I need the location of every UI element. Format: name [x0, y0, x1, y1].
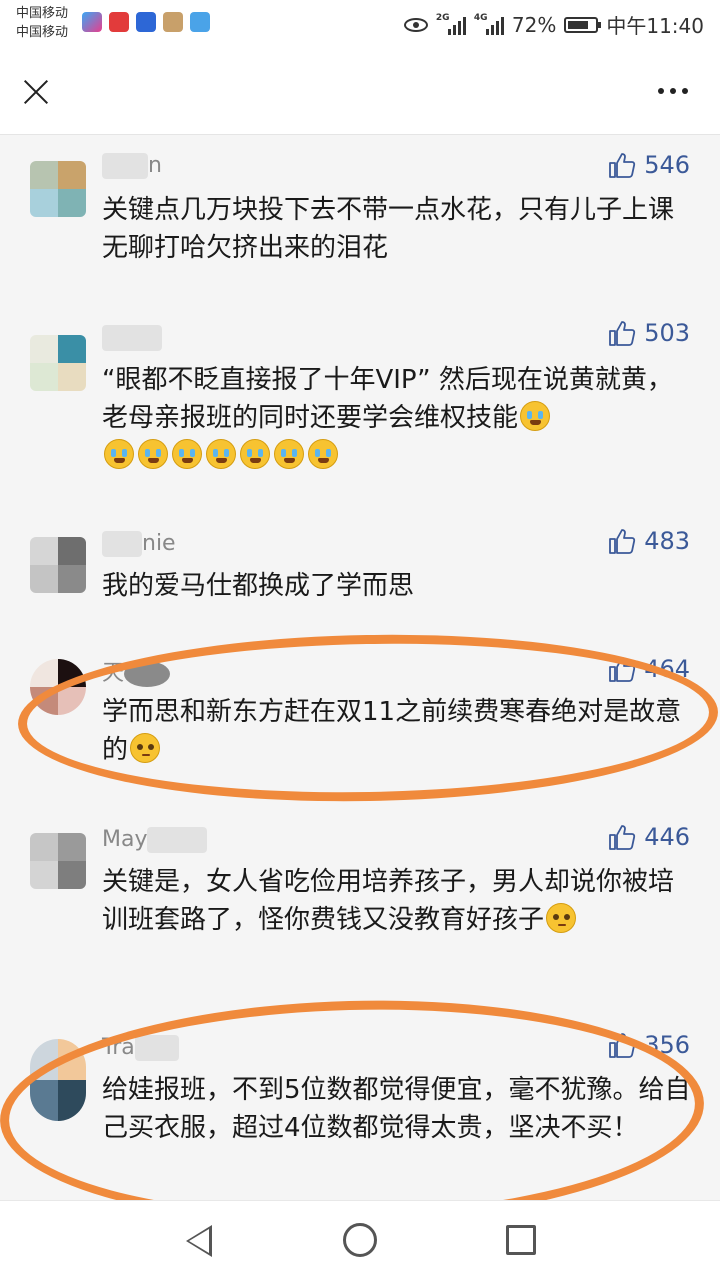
thumbs-up-icon — [609, 825, 636, 850]
recents-icon[interactable] — [506, 1225, 536, 1255]
username-text: 天 — [102, 661, 125, 686]
username[interactable] — [102, 325, 162, 351]
comment-text: 关键点几万块投下去不带一点水花，只有儿子上课无聊打哈欠挤出来的泪花 — [102, 195, 675, 263]
system-nav-bar — [0, 1200, 720, 1281]
clock: 中午11:40 — [606, 14, 704, 38]
signal-icon: 4G — [473, 12, 504, 35]
like-button[interactable]: 503 — [608, 319, 690, 347]
username[interactable]: 天 — [102, 655, 171, 687]
username[interactable]: Tra — [102, 1035, 179, 1061]
avatar[interactable] — [30, 335, 86, 391]
crying-emoji-icon — [206, 439, 236, 469]
crying-emoji-icon — [104, 439, 134, 469]
battery-icon — [564, 16, 602, 33]
blurred-name — [102, 325, 162, 351]
comment-text-body: 关键是，女人省吃俭用培养孩子，男人却说你被培训班套路了，怪你费钱又没教育好孩子 — [102, 867, 675, 935]
avatar[interactable] — [30, 1039, 86, 1121]
comment-text: “眼都不眨直接报了十年VIP” 然后现在说黄就黄，老母亲报班的同时还要学会维权技… — [102, 361, 692, 475]
like-button[interactable]: 446 — [608, 823, 690, 851]
username-text: n — [148, 153, 162, 178]
back-icon[interactable] — [186, 1225, 212, 1257]
comment-text-body: 学而思和新东方赶在双11之前续费寒春绝对是故意的 — [102, 697, 682, 765]
avatar[interactable] — [30, 659, 86, 715]
comment-text: 关键是，女人省吃俭用培养孩子，男人却说你被培训班套路了，怪你费钱又没教育好孩子 — [102, 863, 692, 939]
username[interactable]: nie — [102, 531, 176, 557]
comment-list[interactable]: n 546 关键点几万块投下去不带一点水花，只有儿子上课无聊打哈欠挤出来的泪花 … — [0, 135, 720, 1200]
top-bar — [0, 50, 720, 135]
username-text: Tra — [102, 1035, 135, 1060]
like-button[interactable]: 483 — [608, 527, 690, 555]
crying-emoji-icon — [172, 439, 202, 469]
like-count: 356 — [644, 1031, 690, 1059]
thumbs-up-icon — [609, 657, 636, 682]
blurred-name — [124, 661, 171, 687]
video-app-icon — [82, 12, 102, 32]
signal-icon: 2G — [435, 12, 466, 35]
blurred-name — [102, 153, 148, 179]
blurred-name — [102, 531, 142, 557]
username-text: May — [102, 827, 148, 852]
netease-app-icon — [109, 12, 129, 32]
like-count: 503 — [644, 319, 690, 347]
crying-emoji-icon — [274, 439, 304, 469]
avatar[interactable] — [30, 161, 86, 217]
username[interactable]: May — [102, 827, 208, 853]
huawei-app-icon — [163, 12, 183, 32]
pleading-emoji-icon — [130, 733, 161, 763]
battery-percent: 72% — [511, 12, 557, 37]
carrier-info: 中国移动 中国移动 — [16, 4, 68, 42]
avatar[interactable] — [30, 833, 86, 889]
network-type-1: 2G — [435, 12, 450, 23]
like-button[interactable]: 464 — [608, 655, 690, 683]
notification-icons — [82, 12, 210, 32]
status-right: 2G 4G 72% 中午11:40 — [403, 10, 704, 39]
crying-emoji-icon — [520, 401, 551, 431]
like-count: 464 — [644, 655, 690, 683]
carrier-1: 中国移动 — [16, 6, 69, 21]
eye-comfort-icon — [403, 17, 428, 32]
blurred-name — [147, 827, 208, 853]
close-icon[interactable] — [22, 78, 50, 106]
comment-text-body: “眼都不眨直接报了十年VIP” 然后现在说黄就黄，老母亲报班的同时还要学会维权技… — [102, 365, 673, 433]
crying-emoji-icon — [240, 439, 270, 469]
comment-text: 我的爱马仕都换成了学而思 — [102, 571, 415, 601]
pleading-emoji-icon — [546, 903, 577, 933]
like-count: 546 — [644, 151, 690, 179]
like-count: 446 — [644, 823, 690, 851]
crying-emoji-icon — [308, 439, 338, 469]
thumbs-up-icon — [609, 153, 636, 178]
status-bar: 中国移动 中国移动 2G 4G 72% 中午11:40 — [0, 0, 720, 50]
username[interactable]: n — [102, 153, 162, 179]
like-button[interactable]: 546 — [608, 151, 690, 179]
more-icon[interactable] — [658, 88, 688, 94]
avatar[interactable] — [30, 537, 86, 593]
baidu-app-icon — [136, 12, 156, 32]
home-icon[interactable] — [343, 1223, 377, 1257]
comment-text: 给娃报班，不到5位数都觉得便宜，毫不犹豫。给自己买衣服，超过4位数都觉得太贵，坚… — [102, 1075, 691, 1143]
carrier-2: 中国移动 — [16, 25, 69, 40]
thumbs-up-icon — [609, 321, 636, 346]
like-count: 483 — [644, 527, 690, 555]
username-text: nie — [142, 531, 176, 556]
message-app-icon — [190, 12, 210, 32]
network-type-2: 4G — [473, 12, 488, 23]
thumbs-up-icon — [609, 529, 636, 554]
comment-text: 学而思和新东方赶在双11之前续费寒春绝对是故意的 — [102, 693, 692, 769]
blurred-name — [134, 1035, 179, 1061]
like-button[interactable]: 356 — [608, 1031, 690, 1059]
crying-emoji-icon — [138, 439, 168, 469]
thumbs-up-icon — [609, 1033, 636, 1058]
